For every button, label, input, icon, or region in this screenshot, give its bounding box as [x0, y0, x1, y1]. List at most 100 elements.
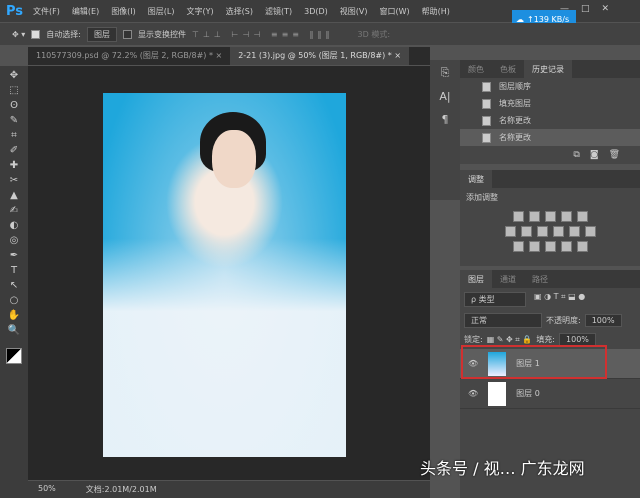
- dodge-tool-icon[interactable]: ◎: [10, 235, 19, 246]
- tab-paths[interactable]: 路径: [524, 270, 556, 288]
- gradient-map-icon[interactable]: [576, 241, 588, 252]
- layer-name[interactable]: 图层 0: [516, 388, 540, 399]
- eye-icon[interactable]: 👁: [468, 389, 478, 398]
- lasso-tool-icon[interactable]: ʘ: [10, 100, 18, 111]
- new-document-icon[interactable]: ⧉: [573, 150, 589, 160]
- color-balance-icon[interactable]: [520, 226, 532, 237]
- tools-panel: ✥ ⬚ ʘ ✎ ⌗ ✐ ✚ ✂ ▲ ✍ ◐ ◎ ✒ T ↖ ○ ✋ 🔍: [0, 66, 28, 498]
- blend-mode-dropdown[interactable]: 正常: [464, 313, 542, 328]
- color-swatches[interactable]: [6, 348, 22, 364]
- tab-swatches[interactable]: 色板: [492, 60, 524, 78]
- history-brush-tool-icon[interactable]: ✍: [10, 205, 18, 216]
- history-item[interactable]: 名称更改: [460, 112, 640, 129]
- history-item-label: 名称更改: [499, 116, 531, 125]
- tab-color[interactable]: 颜色: [460, 60, 492, 78]
- tab-adjustments[interactable]: 调整: [460, 170, 492, 188]
- fill-label: 填充:: [536, 335, 556, 344]
- history-item[interactable]: 填充图层: [460, 95, 640, 112]
- menu-select[interactable]: 选择(S): [226, 6, 253, 17]
- align-icons[interactable]: ⊤⊥⊥ ⊢⊣⊣ ≡≡≡ ‖‖‖: [192, 30, 334, 39]
- tab-history[interactable]: 历史记录: [524, 60, 572, 78]
- history-item-selected[interactable]: 名称更改: [460, 129, 640, 146]
- tab-channels[interactable]: 通道: [492, 270, 524, 288]
- layer-filter-dropdown[interactable]: ρ 类型: [464, 292, 526, 307]
- close-button[interactable]: ✕: [602, 4, 610, 14]
- auto-select-target-dropdown[interactable]: 图层: [86, 26, 117, 42]
- maximize-button[interactable]: □: [581, 4, 590, 14]
- type-tool-icon[interactable]: T: [11, 265, 17, 276]
- document-icon: [482, 132, 491, 143]
- threshold-icon[interactable]: [544, 241, 556, 252]
- selective-color-icon[interactable]: [560, 241, 572, 252]
- 3d-mode-label: 3D 模式:: [357, 29, 391, 39]
- show-transform-checkbox[interactable]: [122, 29, 132, 39]
- camera-icon[interactable]: ◙: [590, 150, 609, 160]
- menu-filter[interactable]: 滤镜(T): [265, 6, 292, 17]
- shape-tool-icon[interactable]: ○: [10, 295, 19, 306]
- quick-select-tool-icon[interactable]: ✎: [10, 115, 18, 126]
- curves-icon[interactable]: [544, 211, 556, 222]
- levels-icon[interactable]: [528, 211, 540, 222]
- channel-mixer-icon[interactable]: [568, 226, 580, 237]
- gradient-tool-icon[interactable]: ◐: [10, 220, 19, 231]
- paragraph-icon[interactable]: ¶: [442, 113, 449, 126]
- menu-image[interactable]: 图像(I): [111, 6, 136, 17]
- hue-saturation-icon[interactable]: [504, 226, 516, 237]
- lock-label: 锁定:: [464, 335, 483, 344]
- opacity-input[interactable]: 100%: [584, 314, 622, 327]
- history-item-label: 图层顺序: [499, 82, 531, 91]
- menu-help[interactable]: 帮助(H): [422, 6, 450, 17]
- menu-view[interactable]: 视图(V): [340, 6, 368, 17]
- move-tool-icon[interactable]: ✥ ▾: [12, 30, 25, 39]
- history-item[interactable]: 图层顺序: [460, 78, 640, 95]
- brush-tool-icon[interactable]: ✂: [10, 175, 18, 186]
- document-icon: [482, 98, 491, 109]
- menu-layer[interactable]: 图层(L): [148, 6, 175, 17]
- trash-icon[interactable]: 🗑: [609, 150, 630, 160]
- black-white-icon[interactable]: [536, 226, 548, 237]
- hand-tool-icon[interactable]: ✋: [8, 310, 20, 321]
- menu-file[interactable]: 文件(F): [33, 6, 60, 17]
- menu-type[interactable]: 文字(Y): [187, 6, 214, 17]
- brightness-icon[interactable]: [512, 211, 524, 222]
- lock-icons[interactable]: ▦ ✎ ✥ ⌗ 🔒: [487, 335, 533, 345]
- stamp-tool-icon[interactable]: ▲: [10, 190, 18, 201]
- crop-tool-icon[interactable]: ⌗: [11, 130, 17, 141]
- zoom-tool-icon[interactable]: 🔍: [8, 325, 20, 336]
- layer-thumbnail: [488, 381, 507, 406]
- exposure-icon[interactable]: [560, 211, 572, 222]
- adjustments-panel: 调整 添加调整: [460, 170, 640, 266]
- path-select-tool-icon[interactable]: ↖: [10, 280, 18, 291]
- collapsed-panel-icons: ⎘ A| ¶: [430, 60, 460, 200]
- menu-3d[interactable]: 3D(D): [304, 7, 328, 16]
- invert-icon[interactable]: [512, 241, 524, 252]
- history-icon[interactable]: ⎘: [441, 66, 450, 80]
- character-icon[interactable]: A|: [439, 90, 450, 103]
- show-transform-label: 显示变换控件: [137, 29, 186, 39]
- history-actions: ⧉◙🗑: [460, 146, 640, 164]
- opacity-label: 不透明度:: [546, 316, 581, 325]
- tab-layers[interactable]: 图层: [460, 270, 492, 288]
- filter-icons[interactable]: ▣ ◑ T ⌗ ⬓ ●: [534, 292, 585, 307]
- doc-tab-jpg[interactable]: 2-21 (3).jpg @ 50% (图层 1, RGB/8#) * ×: [230, 47, 410, 65]
- zoom-level[interactable]: 50%: [38, 484, 56, 495]
- menu-edit[interactable]: 编辑(E): [72, 6, 99, 17]
- photo-filter-icon[interactable]: [552, 226, 564, 237]
- healing-tool-icon[interactable]: ✚: [10, 160, 18, 171]
- auto-select-checkbox[interactable]: [31, 29, 41, 39]
- layer-row-0[interactable]: 👁 图层 0: [460, 379, 640, 409]
- photo-face: [212, 130, 256, 188]
- menu-window[interactable]: 窗口(W): [379, 6, 409, 17]
- doc-tab-psd[interactable]: 110577309.psd @ 72.2% (图层 2, RGB/8#) * ×: [28, 47, 230, 65]
- highlight-box: [461, 345, 607, 379]
- marquee-tool-icon[interactable]: ⬚: [9, 85, 18, 96]
- vibrance-icon[interactable]: [576, 211, 588, 222]
- pen-tool-icon[interactable]: ✒: [10, 250, 18, 261]
- options-bar: ✥ ▾ 自动选择: 图层 显示变换控件 ⊤⊥⊥ ⊢⊣⊣ ≡≡≡ ‖‖‖ 3D 模…: [0, 23, 640, 45]
- eyedropper-tool-icon[interactable]: ✐: [10, 145, 18, 156]
- move-tool-icon[interactable]: ✥: [10, 70, 18, 81]
- photoshop-logo: Ps: [6, 3, 24, 19]
- history-item-label: 填充图层: [499, 99, 531, 108]
- color-lookup-icon[interactable]: [584, 226, 596, 237]
- posterize-icon[interactable]: [528, 241, 540, 252]
